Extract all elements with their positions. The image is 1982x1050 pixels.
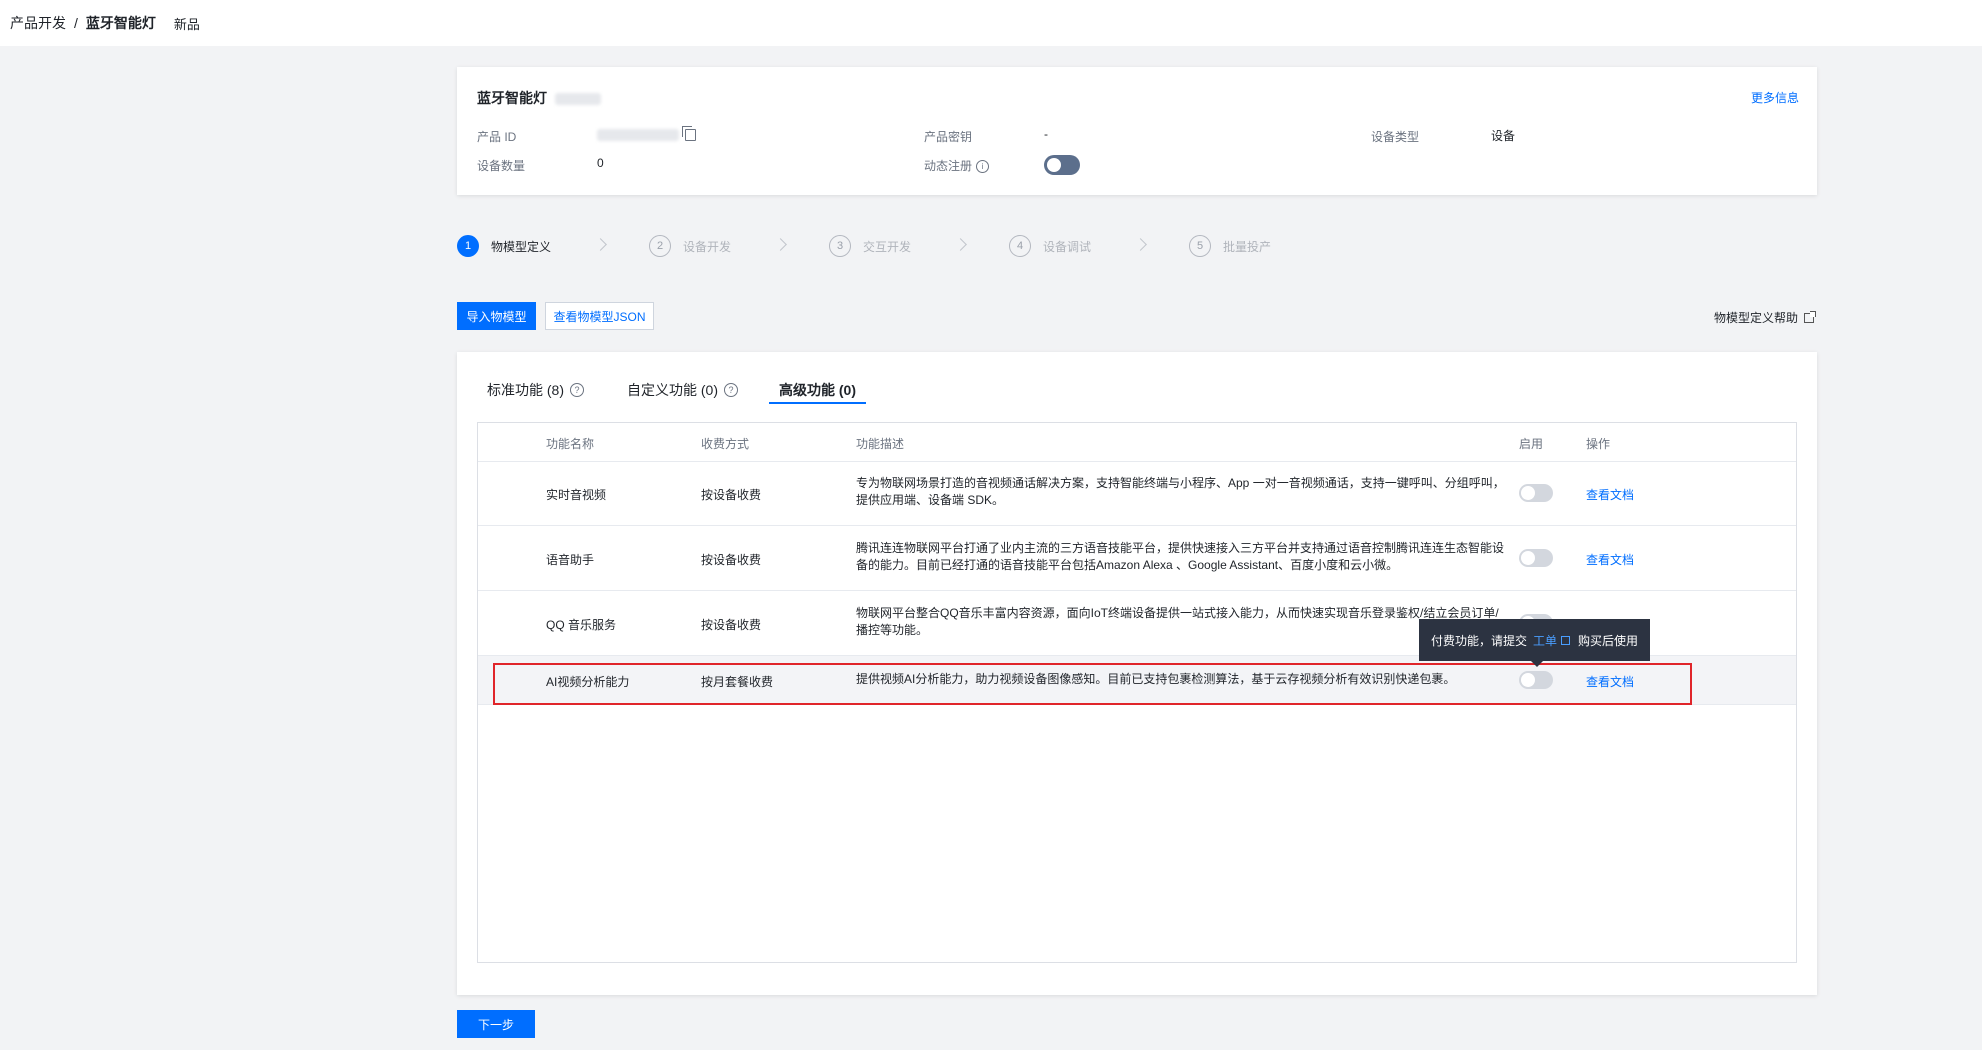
redacted-product-id — [597, 128, 679, 141]
help-icon[interactable]: ? — [570, 383, 584, 397]
copy-icon[interactable] — [682, 125, 696, 141]
paid-feature-tooltip: 付费功能，请提交 工单 购买后使用 — [1419, 619, 1650, 667]
more-info-link[interactable]: 更多信息 — [1751, 89, 1799, 106]
device-type-field: 设备类型 设备 — [1371, 128, 1515, 145]
view-doc-link[interactable]: 查看文档 — [1586, 486, 1634, 503]
model-help-link[interactable]: 物模型定义帮助 — [1713, 309, 1816, 326]
product-key-field: 产品密钥 - — [924, 127, 1048, 145]
header-action: 操作 — [1586, 437, 1611, 451]
row-desc: 专为物联网场景打造的音视频通话解决方案，支持智能终端与小程序、App 一对一音视… — [856, 476, 1505, 507]
model-help-label: 物模型定义帮助 — [1713, 311, 1798, 325]
tab-label: 自定义功能 (0) — [627, 382, 718, 398]
row-billing: 按设备收费 — [701, 618, 762, 632]
step-number: 1 — [457, 235, 479, 257]
step-label: 批量投产 — [1223, 239, 1272, 254]
device-count-value: 0 — [597, 156, 604, 170]
tab-label: 标准功能 (8) — [487, 382, 564, 398]
dynamic-register-field: 动态注册 i — [924, 157, 990, 174]
product-id-label: 产品 ID — [477, 130, 517, 144]
product-id-value — [597, 125, 696, 141]
device-count-label: 设备数量 — [477, 159, 526, 173]
row-name: 语音助手 — [546, 553, 595, 567]
product-name-title: 蓝牙智能灯 — [477, 88, 601, 108]
view-doc-link[interactable]: 查看文档 — [1586, 551, 1634, 568]
chevron-right-icon — [954, 238, 967, 251]
tab-custom[interactable]: 自定义功能 (0)? — [627, 378, 738, 402]
row-desc: 物联网平台整合QQ音乐丰富内容资源，面向IoT终端设备提供一站式接入能力，从而快… — [856, 606, 1499, 637]
step-number: 3 — [829, 235, 851, 257]
device-type-value: 设备 — [1491, 129, 1516, 143]
product-status-tag: 新品 — [173, 16, 200, 32]
next-step-button[interactable]: 下一步 — [457, 1010, 535, 1038]
info-icon[interactable]: i — [976, 160, 990, 174]
tab-standard[interactable]: 标准功能 (8)? — [487, 378, 584, 402]
chevron-right-icon — [594, 238, 607, 251]
highlight-box — [493, 663, 1692, 705]
step-number: 5 — [1189, 235, 1211, 257]
row-name: QQ 音乐服务 — [546, 618, 617, 632]
step-2[interactable]: 2 设备开发 — [649, 235, 731, 257]
product-id-field: 产品 ID — [477, 125, 696, 145]
table-row: 实时音视频 按设备收费 专为物联网场景打造的音视频通话解决方案，支持智能终端与小… — [478, 461, 1796, 526]
breadcrumb-separator: / — [74, 15, 78, 31]
table-header: 功能名称 收费方式 功能描述 启用 操作 — [478, 423, 1796, 462]
breadcrumb-root[interactable]: 产品开发 — [10, 13, 66, 33]
row-desc: 腾讯连连物联网平台打通了业内主流的三方语音技能平台，提供快速接入三方平台并支持通… — [856, 541, 1505, 572]
step-3[interactable]: 3 交互开发 — [829, 235, 911, 257]
import-model-button[interactable]: 导入物模型 — [457, 302, 536, 330]
dynamic-register-label: 动态注册 — [924, 159, 973, 173]
step-label: 交互开发 — [863, 239, 912, 254]
step-number: 4 — [1009, 235, 1031, 257]
top-bar: 产品开发 / 蓝牙智能灯 新品 — [0, 0, 1982, 46]
row-billing: 按设备收费 — [701, 488, 762, 502]
tooltip-prefix: 付费功能，请提交 — [1431, 633, 1528, 648]
device-type-label: 设备类型 — [1371, 130, 1420, 144]
ticket-link[interactable]: 工单 — [1533, 632, 1557, 649]
row-billing: 按设备收费 — [701, 553, 762, 567]
view-json-button[interactable]: 查看物模型JSON — [545, 302, 654, 330]
header-billing: 收费方式 — [701, 437, 750, 451]
process-steps: 1 物模型定义 2 设备开发 3 交互开发 4 设备调试 5 批量投产 — [457, 235, 1357, 263]
step-label: 设备调试 — [1043, 239, 1092, 254]
device-count-field: 设备数量 0 — [477, 156, 604, 174]
product-info-card: 蓝牙智能灯 更多信息 产品 ID 产品密钥 - 设备类型 设备 设备数量 0 动… — [457, 67, 1817, 195]
step-5[interactable]: 5 批量投产 — [1189, 235, 1271, 257]
step-1[interactable]: 1 物模型定义 — [457, 235, 551, 257]
product-key-label: 产品密钥 — [924, 130, 973, 144]
help-icon[interactable]: ? — [724, 383, 738, 397]
product-key-value: - — [1044, 127, 1048, 141]
header-name: 功能名称 — [546, 437, 595, 451]
external-link-icon — [1561, 635, 1571, 645]
step-label: 物模型定义 — [491, 239, 552, 254]
table-row: 语音助手 按设备收费 腾讯连连物联网平台打通了业内主流的三方语音技能平台，提供快… — [478, 526, 1796, 591]
header-enable: 启用 — [1519, 437, 1544, 451]
row-name: 实时音视频 — [546, 488, 607, 502]
breadcrumb-current: 蓝牙智能灯 — [85, 15, 156, 31]
enable-toggle[interactable] — [1519, 484, 1553, 502]
tooltip-suffix: 购买后使用 — [1578, 633, 1639, 648]
enable-toggle[interactable] — [1519, 549, 1553, 567]
product-name: 蓝牙智能灯 — [477, 90, 547, 106]
dynamic-register-toggle[interactable] — [1044, 155, 1080, 175]
step-4[interactable]: 4 设备调试 — [1009, 235, 1091, 257]
header-desc: 功能描述 — [856, 437, 905, 451]
chevron-right-icon — [1134, 238, 1147, 251]
chevron-right-icon — [774, 238, 787, 251]
external-link-icon — [1804, 310, 1816, 323]
tab-advanced[interactable]: 高级功能 (0) — [769, 378, 866, 404]
step-number: 2 — [649, 235, 671, 257]
step-label: 设备开发 — [683, 239, 732, 254]
redacted-suffix — [555, 93, 601, 106]
tab-label: 高级功能 (0) — [779, 382, 856, 398]
